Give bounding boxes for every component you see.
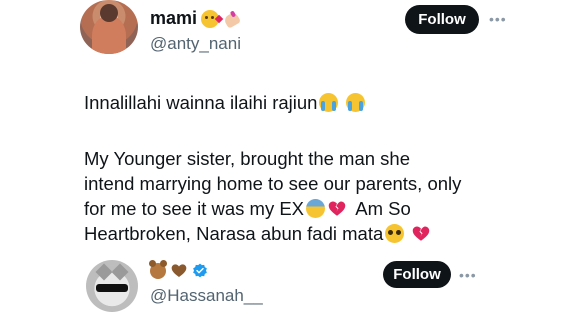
more-horizontal-icon[interactable]: ••• — [489, 12, 507, 26]
brown-heart-emoji-icon — [171, 263, 187, 279]
follow-button[interactable]: Follow — [405, 5, 479, 34]
bear-emoji-icon — [149, 260, 167, 279]
more-horizontal-icon[interactable]: ••• — [459, 268, 477, 282]
broken-heart-emoji-icon — [328, 199, 346, 217]
tweet-line1-text: Innalillahi wainna ilaihi rajiun — [84, 92, 318, 113]
reply-author-name-row[interactable] — [149, 260, 208, 279]
reply-author-avatar[interactable] — [86, 260, 138, 312]
tweet-text-line1: Innalillahi wainna ilaihi rajiun — [84, 90, 524, 115]
reply-author-handle[interactable]: @Hassanah__ — [150, 286, 263, 306]
tweet-text-paragraph: My Younger sister, brought the man she i… — [84, 146, 524, 246]
verified-badge-icon — [192, 263, 208, 279]
author-display-name[interactable]: mami — [150, 8, 197, 29]
broken-heart-emoji-icon — [412, 224, 430, 242]
kissing-heart-emoji-icon — [201, 9, 224, 28]
author-name-row[interactable]: mami — [150, 8, 242, 29]
loudly-crying-emoji-icon — [319, 93, 339, 112]
reply-follow-button[interactable]: Follow — [383, 261, 451, 288]
tweet-screenshot: mami @anty_nani Follow ••• Innalillahi w… — [0, 0, 582, 317]
pleading-face-emoji-icon — [385, 224, 405, 243]
author-avatar[interactable] — [80, 0, 138, 54]
fearful-sweat-emoji-icon — [306, 199, 326, 218]
author-handle[interactable]: @anty_nani — [150, 34, 241, 54]
nail-polish-emoji-icon — [222, 9, 242, 29]
loudly-crying-emoji-icon — [345, 93, 365, 112]
